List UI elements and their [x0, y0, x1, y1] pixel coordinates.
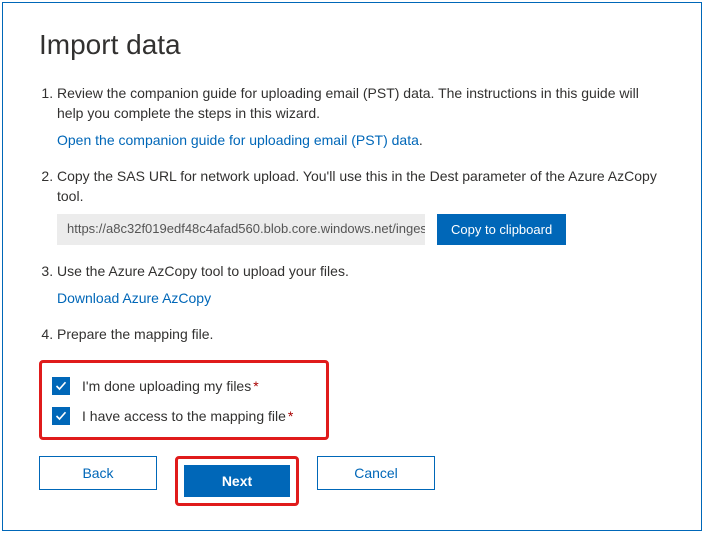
sas-url-field[interactable]: https://a8c32f019edf48c4afad560.blob.cor… — [57, 214, 425, 245]
checkmark-icon — [55, 380, 67, 392]
next-button-highlight: Next — [175, 456, 299, 506]
back-button[interactable]: Back — [39, 456, 157, 490]
page-title: Import data — [39, 29, 665, 61]
step-2-text: Copy the SAS URL for network upload. You… — [57, 168, 657, 204]
step-1: Review the companion guide for uploading… — [57, 83, 665, 150]
download-azcopy-link[interactable]: Download Azure AzCopy — [57, 290, 211, 306]
step-4-text: Prepare the mapping file. — [57, 326, 213, 342]
next-button[interactable]: Next — [184, 465, 290, 497]
checkbox-mapping-file-access[interactable] — [52, 407, 70, 425]
steps-list: Review the companion guide for uploading… — [39, 83, 665, 344]
companion-guide-link[interactable]: Open the companion guide for uploading e… — [57, 132, 419, 148]
wizard-buttons: Back Next Cancel — [39, 456, 665, 506]
required-indicator: * — [288, 408, 293, 424]
import-data-panel: Import data Review the companion guide f… — [2, 2, 702, 531]
required-indicator: * — [253, 378, 258, 394]
cancel-button[interactable]: Cancel — [317, 456, 435, 490]
checkbox-mapping-file-access-label: I have access to the mapping file* — [82, 408, 293, 424]
checkbox-done-uploading[interactable] — [52, 377, 70, 395]
checkmark-icon — [55, 410, 67, 422]
copy-to-clipboard-button[interactable]: Copy to clipboard — [437, 214, 566, 245]
step-2: Copy the SAS URL for network upload. You… — [57, 166, 665, 245]
step-1-text: Review the companion guide for uploading… — [57, 85, 639, 121]
checkbox-done-uploading-label: I'm done uploading my files* — [82, 378, 259, 394]
confirmation-checkboxes: I'm done uploading my files* I have acce… — [39, 360, 329, 440]
step-3: Use the Azure AzCopy tool to upload your… — [57, 261, 665, 308]
step-3-text: Use the Azure AzCopy tool to upload your… — [57, 263, 349, 279]
step-4: Prepare the mapping file. — [57, 324, 665, 344]
